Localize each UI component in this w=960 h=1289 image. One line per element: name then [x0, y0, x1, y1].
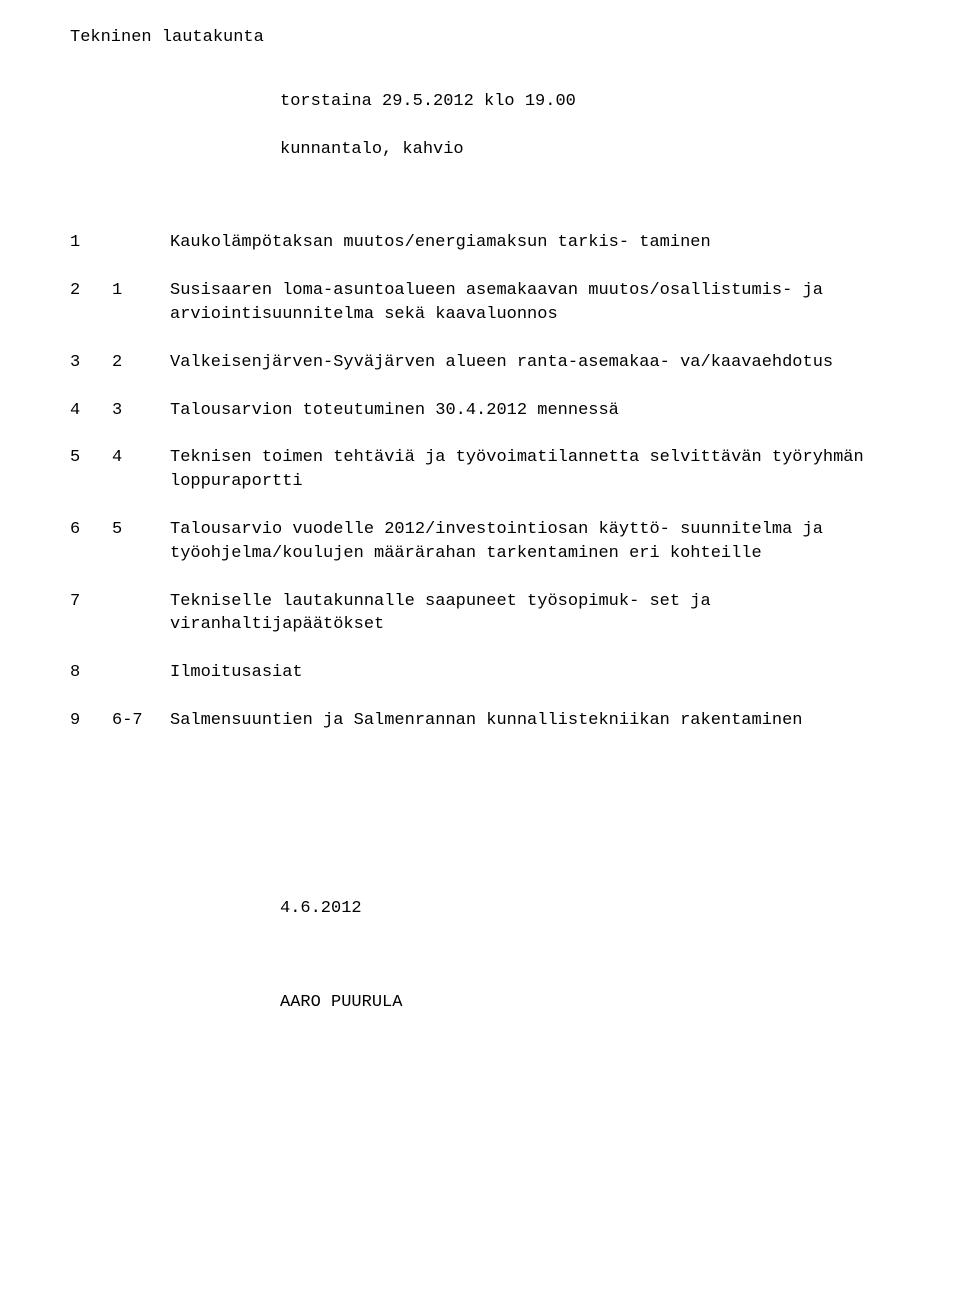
agenda-num2: 5: [110, 518, 170, 590]
agenda-num1: 2: [70, 279, 110, 351]
agenda-row: 8 Ilmoitusasiat: [70, 661, 890, 709]
agenda-row: 3 2 Valkeisenjärven-Syväjärven alueen ra…: [70, 351, 890, 399]
agenda-num1: 6: [70, 518, 110, 590]
footer-name: AARO PUURULA: [280, 991, 890, 1015]
agenda-text: Kaukolämpötaksan muutos/energiamaksun ta…: [170, 231, 890, 279]
agenda-text: Talousarvion toteutuminen 30.4.2012 menn…: [170, 399, 890, 447]
agenda-row: 7 Tekniselle lautakunnalle saapuneet työ…: [70, 590, 890, 662]
agenda-num1: 3: [70, 351, 110, 399]
agenda-num2: 4: [110, 446, 170, 518]
agenda-num1: 9: [70, 709, 110, 757]
agenda-row: 6 5 Talousarvio vuodelle 2012/investoint…: [70, 518, 890, 590]
agenda-row: 1 Kaukolämpötaksan muutos/energiamaksun …: [70, 231, 890, 279]
agenda-num1: 5: [70, 446, 110, 518]
agenda-num2: [110, 661, 170, 709]
agenda-text: Salmensuuntien ja Salmenrannan kunnallis…: [170, 709, 890, 757]
agenda-num1: 7: [70, 590, 110, 662]
agenda-row: 9 6-7 Salmensuuntien ja Salmenrannan kun…: [70, 709, 890, 757]
agenda-row: 4 3 Talousarvion toteutuminen 30.4.2012 …: [70, 399, 890, 447]
agenda-text: Ilmoitusasiat: [170, 661, 890, 709]
agenda-num2: 6-7: [110, 709, 170, 757]
agenda-row: 5 4 Teknisen toimen tehtäviä ja työvoima…: [70, 446, 890, 518]
agenda-num1: 4: [70, 399, 110, 447]
header-location: kunnantalo, kahvio: [280, 138, 890, 162]
agenda-num1: 8: [70, 661, 110, 709]
agenda-num2: 1: [110, 279, 170, 351]
agenda-num2: [110, 590, 170, 662]
agenda-text: Teknisen toimen tehtäviä ja työvoimatila…: [170, 446, 890, 518]
agenda-text: Susisaaren loma-asuntoalueen asemakaavan…: [170, 279, 890, 351]
agenda-num2: 2: [110, 351, 170, 399]
agenda-num2: [110, 231, 170, 279]
agenda-num1: 1: [70, 231, 110, 279]
agenda-text: Tekniselle lautakunnalle saapuneet työso…: [170, 590, 890, 662]
header-datetime: torstaina 29.5.2012 klo 19.00: [280, 90, 890, 114]
agenda-table: 1 Kaukolämpötaksan muutos/energiamaksun …: [70, 231, 890, 756]
agenda-row: 2 1 Susisaaren loma-asuntoalueen asemaka…: [70, 279, 890, 351]
agenda-num2: 3: [110, 399, 170, 447]
agenda-text: Talousarvio vuodelle 2012/investointiosa…: [170, 518, 890, 590]
header-title: Tekninen lautakunta: [70, 26, 890, 50]
agenda-text: Valkeisenjärven-Syväjärven alueen ranta-…: [170, 351, 890, 399]
footer-date: 4.6.2012: [280, 897, 890, 921]
